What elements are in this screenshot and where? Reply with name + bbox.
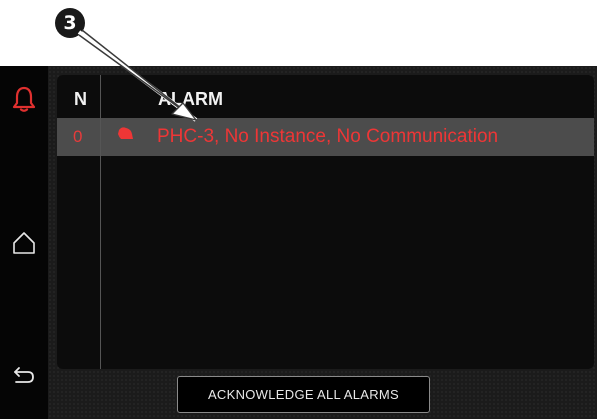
acknowledge-all-button[interactable]: ACKNOWLEDGE ALL ALARMS [177,376,430,413]
home-icon [13,232,35,254]
column-header-alarm: ALARM [158,89,223,109]
sidebar-back-button[interactable] [0,352,48,400]
sidebar [0,66,48,419]
callout-badge: 3 [55,8,85,38]
column-divider [100,75,101,369]
alarm-row[interactable]: 0 PHC-3, No Instance, No Communication [57,118,594,156]
alarm-table-header: N ALARM [57,75,594,117]
hmi-screen: N ALARM 0 PHC-3, No Instance, No Communi… [0,66,597,419]
alarm-list-panel: N ALARM 0 PHC-3, No Instance, No Communi… [57,75,594,369]
alarm-row-text: PHC-3, No Instance, No Communication [157,126,499,147]
column-header-number: N [74,89,87,109]
back-icon [14,367,34,383]
alarm-row-number: 0 [73,127,83,146]
sidebar-alarms-button[interactable] [0,75,48,123]
alarm-bell-icon [118,127,133,139]
sidebar-home-button[interactable] [0,219,48,267]
bell-icon [12,86,36,112]
